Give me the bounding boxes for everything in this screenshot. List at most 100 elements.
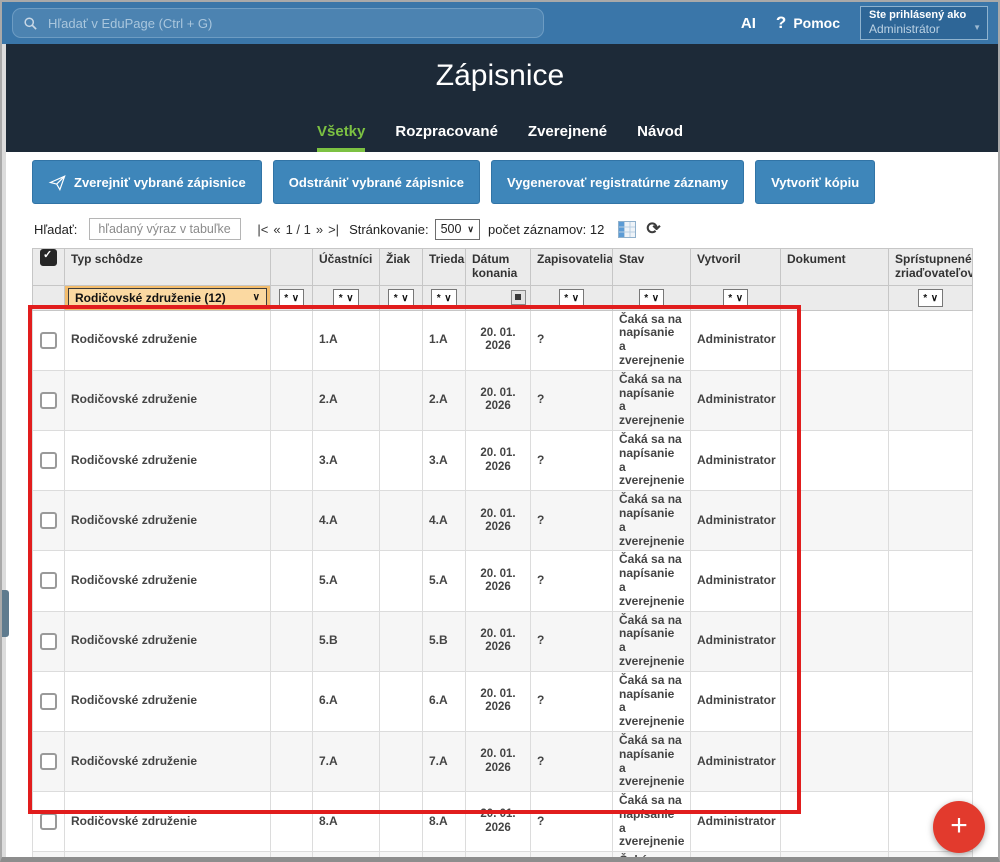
cell-zapisovatelia: ? xyxy=(531,611,613,671)
ai-button[interactable]: AI xyxy=(741,15,756,32)
cell-typ: Rodičovské združenie xyxy=(65,731,271,791)
cell-ucastnici: 5.B xyxy=(313,611,380,671)
tab-navod[interactable]: Návod xyxy=(637,123,683,152)
cell-typ: Rodičovské združenie xyxy=(65,671,271,731)
table-row: Rodičovské združenie 3.A 3.A 20. 01. 202… xyxy=(33,430,973,490)
column-filter[interactable]: *∨ xyxy=(559,289,584,307)
last-page-button[interactable]: >| xyxy=(328,222,339,237)
row-checkbox[interactable] xyxy=(40,693,57,710)
column-filter[interactable]: *∨ xyxy=(639,289,664,307)
table-toolbar: Hľadať: |< « 1 / 1 » >| Stránkovanie: 50… xyxy=(34,215,661,243)
table-search-label: Hľadať: xyxy=(34,222,77,237)
help-button[interactable]: ? Pomoc xyxy=(776,13,840,33)
tab-bar: Všetky Rozpracované Zverejnené Návod xyxy=(2,123,998,152)
cell-ucastnici: 7.A xyxy=(313,731,380,791)
global-search[interactable] xyxy=(12,8,544,38)
cell-ziak xyxy=(380,731,423,791)
generate-registry-button[interactable]: Vygenerovať registratúrne záznamy xyxy=(491,160,744,204)
columns-icon[interactable] xyxy=(618,221,636,238)
row-checkbox[interactable] xyxy=(40,633,57,650)
cell-spristupnene xyxy=(889,491,973,551)
chevron-down-icon: ∨ xyxy=(467,224,474,235)
cell-dokument xyxy=(781,551,889,611)
column-filter[interactable]: *∨ xyxy=(279,289,304,307)
cell-datum: 20. 01. 2026 xyxy=(466,671,531,731)
cell-ucastnici: 5.A xyxy=(313,551,380,611)
chevron-down-icon: ∨ xyxy=(253,292,260,303)
column-header-datum[interactable]: Dátum konania xyxy=(466,249,531,286)
refresh-icon[interactable]: ⟳ xyxy=(646,219,660,239)
table-row: Rodičovské združenie 2.A 2.A 20. 01. 202… xyxy=(33,370,973,430)
table-search-input[interactable] xyxy=(89,218,241,240)
cell-vytvoril: Administrator xyxy=(691,491,781,551)
table-row: Rodičovské združenie 8.A 8.A 20. 01. 202… xyxy=(33,792,973,852)
row-checkbox[interactable] xyxy=(40,512,57,529)
cell-ucastnici: 1.A xyxy=(313,310,380,370)
cell-trieda: 2.A xyxy=(423,370,466,430)
cell-empty xyxy=(271,310,313,370)
topbar-right: AI ? Pomoc Ste prihlásený ako Administrá… xyxy=(741,2,988,44)
column-header-vytvoril[interactable]: Vytvoril xyxy=(691,249,781,286)
cell-ucastnici: 3.A xyxy=(313,430,380,490)
user-menu[interactable]: Ste prihlásený ako Administrátor ▼ xyxy=(860,6,988,40)
action-buttons: Zverejniť vybrané zápisnice Odstrániť vy… xyxy=(32,160,875,204)
publish-selected-button[interactable]: Zverejniť vybrané zápisnice xyxy=(32,160,262,204)
cell-stav: Čaká sa na napísanie a zverejnenie xyxy=(613,852,691,862)
cell-ziak xyxy=(380,611,423,671)
table-row: Rodičovské združenie 1.A 1.A 20. 01. 202… xyxy=(33,310,973,370)
cell-dokument xyxy=(781,491,889,551)
user-menu-label: Ste prihlásený ako xyxy=(869,9,979,21)
column-header-trieda[interactable]: Trieda xyxy=(423,249,466,286)
column-header-ucastnici[interactable]: Účastníci xyxy=(313,249,380,286)
column-filter[interactable]: *∨ xyxy=(723,289,748,307)
column-filter[interactable]: *∨ xyxy=(431,289,456,307)
column-filter[interactable]: *∨ xyxy=(388,289,413,307)
left-panel-handle[interactable] xyxy=(2,590,9,637)
delete-selected-button[interactable]: Odstrániť vybrané zápisnice xyxy=(273,160,480,204)
cell-empty xyxy=(271,611,313,671)
row-checkbox[interactable] xyxy=(40,332,57,349)
cell-typ: Rodičovské združenie xyxy=(65,611,271,671)
table-row: Rodičovské združenie 7.A 7.A 20. 01. 202… xyxy=(33,731,973,791)
column-header-zapisovatelia[interactable]: Zapisovatelia xyxy=(531,249,613,286)
column-filter[interactable]: *∨ xyxy=(918,289,943,307)
type-filter-select[interactable]: Rodičovské združenie (12) ∨ xyxy=(68,288,267,308)
column-header-spristupnene[interactable]: Sprístupnené zriaďovateľovi xyxy=(889,249,973,286)
help-label: Pomoc xyxy=(793,15,840,31)
cell-datum: 20. 01. 2026 xyxy=(466,852,531,862)
page-title: Zápisnice xyxy=(2,44,998,93)
row-checkbox[interactable] xyxy=(40,813,57,830)
page-size-select[interactable]: 500 ∨ xyxy=(435,219,480,240)
page-header: Zápisnice Všetky Rozpracované Zverejnené… xyxy=(2,44,998,152)
cell-empty xyxy=(271,430,313,490)
cell-dokument xyxy=(781,430,889,490)
column-header-typ[interactable]: Typ schôdze xyxy=(65,249,271,286)
row-checkbox[interactable] xyxy=(40,753,57,770)
tab-vsetky[interactable]: Všetky xyxy=(317,123,365,152)
column-header-dokument[interactable]: Dokument xyxy=(781,249,889,286)
column-header-ziak[interactable]: Žiak xyxy=(380,249,423,286)
tab-zverejnene[interactable]: Zverejnené xyxy=(528,123,607,152)
global-search-input[interactable] xyxy=(46,15,533,32)
row-checkbox[interactable] xyxy=(40,392,57,409)
column-header-stav[interactable]: Stav xyxy=(613,249,691,286)
cell-spristupnene xyxy=(889,852,973,862)
add-record-button[interactable]: + xyxy=(933,801,985,853)
column-filter[interactable]: *∨ xyxy=(333,289,358,307)
cell-ucastnici: 9.A xyxy=(313,852,380,862)
header-row: Typ schôdze Účastníci Žiak Trieda Dátum … xyxy=(33,249,973,286)
tab-rozpracovane[interactable]: Rozpracované xyxy=(395,123,498,152)
select-all-checkbox[interactable] xyxy=(40,249,57,266)
date-filter-icon[interactable] xyxy=(511,290,526,305)
first-page-button[interactable]: |< xyxy=(257,222,268,237)
cell-stav: Čaká sa na napísanie a zverejnenie xyxy=(613,611,691,671)
cell-vytvoril: Administrator xyxy=(691,370,781,430)
row-checkbox[interactable] xyxy=(40,572,57,589)
create-copy-button[interactable]: Vytvoriť kópiu xyxy=(755,160,875,204)
row-checkbox[interactable] xyxy=(40,452,57,469)
prev-page-button[interactable]: « xyxy=(273,222,280,237)
cell-vytvoril: Administrator xyxy=(691,611,781,671)
cell-spristupnene xyxy=(889,310,973,370)
cell-vytvoril: Administrator xyxy=(691,852,781,862)
next-page-button[interactable]: » xyxy=(316,222,323,237)
